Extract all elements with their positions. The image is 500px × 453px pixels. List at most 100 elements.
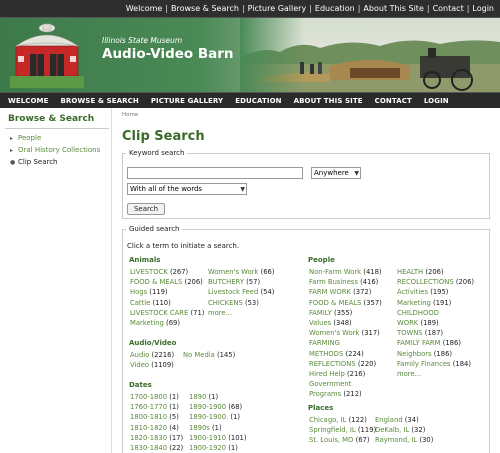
term-link[interactable]: more... xyxy=(397,370,421,378)
guided-term: Audio (2216) xyxy=(130,350,174,360)
main-nav-about[interactable]: ABOUT THIS SITE xyxy=(288,97,369,105)
term-link[interactable]: LIVESTOCK xyxy=(130,268,168,276)
sidebar-item-people[interactable]: ▸ People xyxy=(10,132,100,144)
term-link[interactable]: Family Finances xyxy=(397,360,451,368)
term-link[interactable]: 1890 xyxy=(189,393,206,401)
term-link[interactable]: Women's Work xyxy=(208,268,258,276)
term-link[interactable]: 1890-1900 xyxy=(189,403,226,411)
main-nav-contact[interactable]: CONTACT xyxy=(369,97,418,105)
guided-term: England (34) xyxy=(375,415,433,425)
main-nav-picture-gallery[interactable]: PICTURE GALLERY xyxy=(145,97,229,105)
keyword-input[interactable] xyxy=(127,167,303,179)
term-link[interactable]: FAMILY FARM xyxy=(397,339,441,347)
term-count: (372) xyxy=(353,288,372,297)
search-button[interactable]: Search xyxy=(127,203,165,215)
term-link[interactable]: LIVESTOCK CARE xyxy=(130,309,188,317)
term-link[interactable]: 1890s xyxy=(189,424,210,432)
term-link[interactable]: TOWNS xyxy=(397,329,423,337)
term-link[interactable]: RECOLLECTIONS xyxy=(397,278,454,286)
term-link[interactable]: 1800-1810 xyxy=(130,413,167,421)
term-link[interactable]: Farm Business xyxy=(309,278,358,286)
guided-term: 1890 (1) xyxy=(189,392,247,402)
term-link[interactable]: Cattle xyxy=(130,299,150,307)
site-title[interactable]: Audio-Video Barn xyxy=(102,46,234,62)
term-link[interactable]: Springfield, IL xyxy=(309,426,356,434)
term-link[interactable]: 1700-1800 xyxy=(130,393,167,401)
term-link[interactable]: 1890-1900. xyxy=(189,413,228,421)
term-link[interactable]: DeKalb, IL xyxy=(375,426,409,434)
main-nav-education[interactable]: EDUCATION xyxy=(229,97,287,105)
term-count: (54) xyxy=(260,288,275,297)
term-link[interactable]: Neighbors xyxy=(397,350,432,358)
top-nav-picture-gallery[interactable]: Picture Gallery xyxy=(248,4,307,13)
term-link[interactable]: BUTCHERY xyxy=(208,278,244,286)
term-link[interactable]: 1900-1920 xyxy=(189,444,226,452)
term-link[interactable]: CHILDHOOD xyxy=(397,309,439,317)
top-nav-about[interactable]: About This Site xyxy=(363,4,423,13)
guided-term: Activities (195) xyxy=(397,287,474,297)
term-link[interactable]: Video xyxy=(130,361,149,369)
term-count: (355) xyxy=(334,308,353,317)
sidebar-item-label[interactable]: People xyxy=(18,134,41,142)
term-link[interactable]: England xyxy=(375,416,403,424)
term-link[interactable]: Audio xyxy=(130,351,149,359)
term-link[interactable]: CHICKENS xyxy=(208,299,243,307)
term-link[interactable]: FAMILY xyxy=(309,309,332,317)
top-nav-welcome[interactable]: Welcome xyxy=(126,4,163,13)
term-link[interactable]: FOOD & MEALS xyxy=(309,299,361,307)
sidebar-item-label[interactable]: Oral History Collections xyxy=(18,146,100,154)
term-link[interactable]: 1830-1840 xyxy=(130,444,167,452)
main-nav-welcome[interactable]: WELCOME xyxy=(2,97,55,105)
term-link[interactable]: Marketing xyxy=(397,299,431,307)
sidebar-item-oral-history[interactable]: ▸ Oral History Collections xyxy=(10,144,100,156)
term-link[interactable]: HEALTH xyxy=(397,268,423,276)
term-link[interactable]: FARMING xyxy=(309,339,340,347)
term-link[interactable]: Programs xyxy=(309,390,341,398)
top-nav-browse-search[interactable]: Browse & Search xyxy=(171,4,239,13)
audio-video-col2: No Media (145) xyxy=(183,350,235,360)
term-count: (145) xyxy=(217,351,236,359)
main-nav-login[interactable]: LOGIN xyxy=(418,97,455,105)
term-link[interactable]: FOOD & MEALS xyxy=(130,278,182,286)
term-link[interactable]: 1900-1910 xyxy=(189,434,226,442)
term-link[interactable]: Activities xyxy=(397,288,428,296)
term-count: (418) xyxy=(363,268,382,276)
sidebar-list: ▸ People ▸ Oral History Collections ● Clip … xyxy=(10,132,100,168)
term-link[interactable]: FARM WORK xyxy=(309,288,351,296)
top-nav-contact[interactable]: Contact xyxy=(433,4,464,13)
term-link[interactable]: Chicago, IL xyxy=(309,416,346,424)
term-count: (119) xyxy=(357,426,377,435)
keyword-search-panel: Keyword search Anywhere ▼ With all of the… xyxy=(122,149,490,219)
term-link[interactable]: METHODS xyxy=(309,350,343,358)
term-link[interactable]: more... xyxy=(208,309,232,317)
term-link[interactable]: St. Louis, MO xyxy=(309,436,353,444)
term-link[interactable]: Marketing xyxy=(130,319,164,327)
top-nav-education[interactable]: Education xyxy=(315,4,355,13)
term-link[interactable]: Livestock Feed xyxy=(208,288,258,296)
term-link[interactable]: Hogs xyxy=(130,288,147,296)
term-link[interactable]: No Media xyxy=(183,351,215,359)
term-link[interactable]: Women's Work xyxy=(309,329,359,337)
sidebar: Browse & Search ▸ People ▸ Oral History Co… xyxy=(0,108,112,453)
term-link[interactable]: Government xyxy=(309,380,351,388)
term-link[interactable]: 1760-1770 xyxy=(130,403,167,411)
term-link[interactable]: Hired Help xyxy=(309,370,345,378)
sidebar-item-clip-search[interactable]: ● Clip Search xyxy=(10,156,100,168)
term-link[interactable]: Values xyxy=(309,319,331,327)
term-link[interactable]: 1820-1830 xyxy=(130,434,167,442)
term-link[interactable]: WORK xyxy=(397,319,418,327)
main-nav-browse-search[interactable]: BROWSE & SEARCH xyxy=(55,97,145,105)
term-link[interactable]: REFLECTIONS xyxy=(309,360,356,368)
word-match-select[interactable]: With all of the words ▼ xyxy=(127,183,247,195)
breadcrumb[interactable]: Home xyxy=(122,112,494,118)
match-location-select[interactable]: Anywhere ▼ xyxy=(311,167,361,179)
term-link[interactable]: Raymond, IL xyxy=(375,436,417,444)
top-nav-login[interactable]: Login xyxy=(472,4,494,13)
round-barn-logo-icon[interactable] xyxy=(10,18,84,88)
guided-term: Springfield, IL (119) xyxy=(309,425,376,435)
guided-term: 1810-1820 (4) xyxy=(130,423,183,433)
term-link[interactable]: 1810-1820 xyxy=(130,424,167,432)
guided-term: TOWNS (187) xyxy=(397,328,474,338)
term-link[interactable]: Non-Farm Work xyxy=(309,268,361,276)
guided-term: METHODS (224) xyxy=(309,349,382,359)
